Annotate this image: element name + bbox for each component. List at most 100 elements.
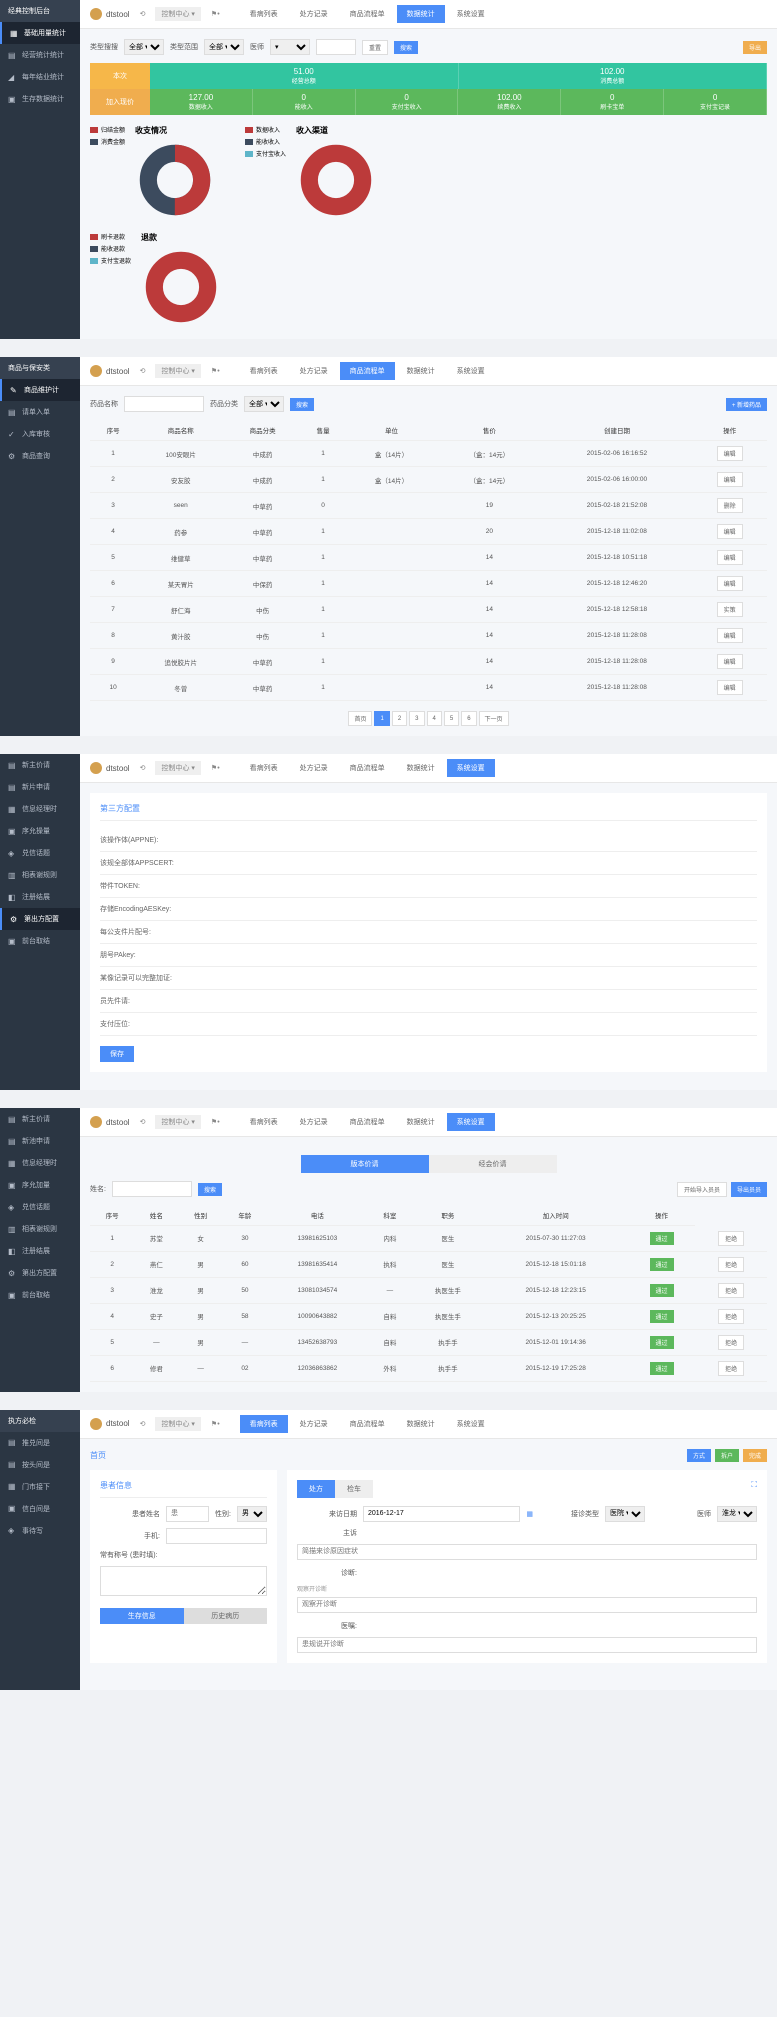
tab-3[interactable]: 数据统计 bbox=[397, 1415, 445, 1433]
reject-button[interactable]: 拒绝 bbox=[718, 1231, 744, 1246]
approve-button[interactable]: 通过 bbox=[650, 1310, 674, 1323]
reject-button[interactable]: 拒绝 bbox=[718, 1335, 744, 1350]
sidebar-item-4[interactable]: ◈兑信话题 bbox=[0, 1196, 80, 1218]
category-select[interactable]: 全部 ▾ bbox=[244, 396, 284, 412]
sidebar-item-8[interactable]: ▣前台取结 bbox=[0, 1284, 80, 1306]
tab-1[interactable]: 处方记录 bbox=[290, 1415, 338, 1433]
sidebar-item-3[interactable]: ▣信白间是 bbox=[0, 1498, 80, 1520]
tab-left[interactable]: 生存信息 bbox=[100, 1608, 184, 1624]
sidebar-item-1[interactable]: ▤新池申请 bbox=[0, 1130, 80, 1152]
reject-button[interactable]: 拒绝 bbox=[718, 1257, 744, 1272]
filter-doctor[interactable]: ▾ bbox=[270, 39, 310, 55]
sidebar-item-7[interactable]: ⚙第出方配置 bbox=[0, 908, 80, 930]
add-button[interactable]: 方式 bbox=[687, 1449, 711, 1462]
save-button[interactable]: 保存 bbox=[100, 1046, 134, 1062]
sidebar-item-0[interactable]: ✎商品维护计 bbox=[0, 379, 80, 401]
sidebar-item-8[interactable]: ▣前台取结 bbox=[0, 930, 80, 952]
page-button[interactable]: 4 bbox=[427, 711, 442, 726]
page-button[interactable]: 下一页 bbox=[479, 711, 509, 726]
tab-meeting[interactable]: 经会价请 bbox=[429, 1155, 557, 1173]
tab-2[interactable]: 商品流程单 bbox=[340, 362, 395, 380]
edit-button[interactable]: 删除 bbox=[717, 498, 743, 513]
sidebar-item-1[interactable]: ▤按头间是 bbox=[0, 1454, 80, 1476]
tab-2[interactable]: 商品流程单 bbox=[340, 1113, 395, 1131]
config-field[interactable]: 存储EncodingAESKey: bbox=[100, 898, 757, 921]
tab-0[interactable]: 看病列表 bbox=[240, 1113, 288, 1131]
toolbar-icon[interactable]: ⚑• bbox=[205, 1116, 226, 1128]
dept-select[interactable]: 医院 ▾ bbox=[605, 1506, 645, 1522]
approve-button[interactable]: 通过 bbox=[650, 1284, 674, 1297]
tab-1[interactable]: 处方记录 bbox=[290, 362, 338, 380]
tab-2[interactable]: 商品流程单 bbox=[340, 759, 395, 777]
search-button[interactable]: 搜索 bbox=[198, 1183, 222, 1196]
config-field[interactable]: 朋号PAkey: bbox=[100, 944, 757, 967]
sub-tab-check[interactable]: 检车 bbox=[335, 1480, 373, 1498]
patient-name-input[interactable] bbox=[166, 1506, 209, 1522]
patient-note[interactable] bbox=[100, 1566, 267, 1596]
sidebar-item-6[interactable]: ◧注册结展 bbox=[0, 1240, 80, 1262]
back-button[interactable]: ⟲ bbox=[134, 1418, 152, 1430]
add-product-button[interactable]: + 新增药品 bbox=[726, 398, 767, 411]
sidebar-item-3[interactable]: ⚙商品查询 bbox=[0, 445, 80, 467]
back-button[interactable]: ⟲ bbox=[134, 1116, 152, 1128]
reject-button[interactable]: 拒绝 bbox=[718, 1361, 744, 1376]
edit-button[interactable]: 拆户 bbox=[715, 1449, 739, 1462]
page-button[interactable]: 首页 bbox=[348, 711, 372, 726]
tab-3[interactable]: 数据统计 bbox=[397, 362, 445, 380]
approve-button[interactable]: 通过 bbox=[650, 1362, 674, 1375]
tab-4[interactable]: 系统设置 bbox=[447, 759, 495, 777]
tab-1[interactable]: 处方记录 bbox=[290, 1113, 338, 1131]
filter-range[interactable]: 全部 ▾ bbox=[204, 39, 244, 55]
config-field[interactable]: 某像记录可以完整加证: bbox=[100, 967, 757, 990]
tab-right[interactable]: 历史病历 bbox=[184, 1608, 268, 1624]
edit-button[interactable]: 编辑 bbox=[717, 446, 743, 461]
tab-4[interactable]: 系统设置 bbox=[447, 1415, 495, 1433]
edit-button[interactable]: 编辑 bbox=[717, 628, 743, 643]
page-button[interactable]: 1 bbox=[374, 711, 389, 726]
gender-select[interactable]: 男 ▾ bbox=[237, 1506, 267, 1522]
sub-tab-rx[interactable]: 处方 bbox=[297, 1480, 335, 1498]
page-button[interactable]: 2 bbox=[392, 711, 407, 726]
sidebar-item-0[interactable]: ▤新主价请 bbox=[0, 754, 80, 776]
complete-button[interactable]: 完成 bbox=[743, 1449, 767, 1462]
tab-2[interactable]: 商品流程单 bbox=[340, 5, 395, 23]
tab-0[interactable]: 看病列表 bbox=[240, 1415, 288, 1433]
sidebar-item-0[interactable]: ▤新主价请 bbox=[0, 1108, 80, 1130]
sidebar-item-2[interactable]: ▦信息经理时 bbox=[0, 798, 80, 820]
approve-button[interactable]: 通过 bbox=[650, 1232, 674, 1245]
approve-button[interactable]: 通过 bbox=[650, 1258, 674, 1271]
tab-4[interactable]: 系统设置 bbox=[447, 5, 495, 23]
sidebar-item-7[interactable]: ⚙第出方配置 bbox=[0, 1262, 80, 1284]
filter-type[interactable]: 全部 ▾ bbox=[124, 39, 164, 55]
control-dropdown[interactable]: 控制中心 ▾ bbox=[155, 1115, 200, 1129]
page-button[interactable]: 5 bbox=[444, 711, 459, 726]
tab-0[interactable]: 看病列表 bbox=[240, 759, 288, 777]
import-button[interactable]: 开始导入员员 bbox=[677, 1182, 727, 1197]
config-field[interactable]: 每公支件片配号: bbox=[100, 921, 757, 944]
sidebar-item-3[interactable]: ▣生存数据统计 bbox=[0, 88, 80, 110]
toolbar-icon[interactable]: ⚑• bbox=[205, 762, 226, 774]
toolbar-icon[interactable]: ⚑• bbox=[205, 365, 226, 377]
reset-button[interactable]: 重置 bbox=[362, 40, 388, 55]
edit-button[interactable]: 编辑 bbox=[717, 576, 743, 591]
sidebar-item-2[interactable]: ▦门市接下 bbox=[0, 1476, 80, 1498]
approve-button[interactable]: 通过 bbox=[650, 1336, 674, 1349]
tab-0[interactable]: 看病列表 bbox=[240, 362, 288, 380]
control-dropdown[interactable]: 控制中心 ▾ bbox=[155, 364, 200, 378]
sidebar-item-2[interactable]: ✓入库审核 bbox=[0, 423, 80, 445]
config-field[interactable]: 该操作体(APPNE): bbox=[100, 829, 757, 852]
sidebar-item-6[interactable]: ◧注册结展 bbox=[0, 886, 80, 908]
tab-2[interactable]: 商品流程单 bbox=[340, 1415, 395, 1433]
edit-button[interactable]: 编辑 bbox=[717, 524, 743, 539]
calendar-icon[interactable]: ▦ bbox=[526, 1510, 533, 1518]
advice-input[interactable] bbox=[297, 1637, 757, 1653]
sidebar-item-2[interactable]: ◢每年结业统计 bbox=[0, 66, 80, 88]
export-button[interactable]: 导出 bbox=[743, 41, 767, 54]
sidebar-item-3[interactable]: ▣序允操量 bbox=[0, 820, 80, 842]
sidebar-item-2[interactable]: ▦信息经理时 bbox=[0, 1152, 80, 1174]
search-button[interactable]: 搜索 bbox=[290, 398, 314, 411]
sidebar-item-4[interactable]: ◈兑信话题 bbox=[0, 842, 80, 864]
toolbar-icon[interactable]: ⚑• bbox=[205, 8, 226, 20]
page-button[interactable]: 3 bbox=[409, 711, 424, 726]
phone-input[interactable] bbox=[166, 1528, 267, 1544]
